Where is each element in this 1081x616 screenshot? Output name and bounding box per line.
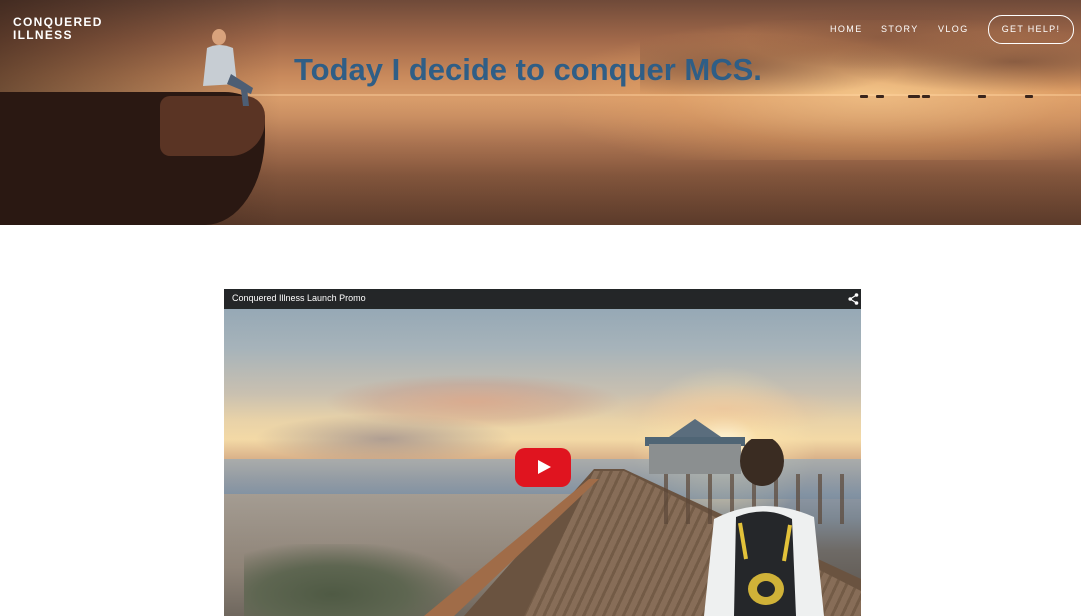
hero-boats <box>860 95 1040 99</box>
page: CONQUERED ILLNESS HOME STORY VLOG GET HE… <box>0 0 1081 616</box>
get-help-button[interactable]: GET HELP! <box>988 15 1074 44</box>
video-cloud <box>254 414 514 464</box>
video-person-with-backpack <box>704 439 824 616</box>
nav-story[interactable]: STORY <box>881 24 919 34</box>
nav-home[interactable]: HOME <box>830 24 863 34</box>
share-icon[interactable] <box>848 293 859 305</box>
play-button[interactable] <box>515 448 571 487</box>
hero-banner: CONQUERED ILLNESS HOME STORY VLOG GET HE… <box>0 0 1081 225</box>
hero-headline: Today I decide to conquer MCS. <box>294 52 762 87</box>
video-dunes <box>244 544 464 616</box>
play-icon <box>538 460 551 474</box>
hero-person-silhouette <box>203 29 253 106</box>
video-title[interactable]: Conquered Illness Launch Promo <box>232 293 366 303</box>
video-title-bar: Conquered Illness Launch Promo <box>224 289 861 309</box>
brand-logo[interactable]: CONQUERED ILLNESS <box>13 16 123 42</box>
video-player[interactable]: Conquered Illness Launch Promo <box>224 289 861 616</box>
nav-vlog[interactable]: VLOG <box>938 24 969 34</box>
brand-line-2: ILLNESS <box>13 28 73 42</box>
